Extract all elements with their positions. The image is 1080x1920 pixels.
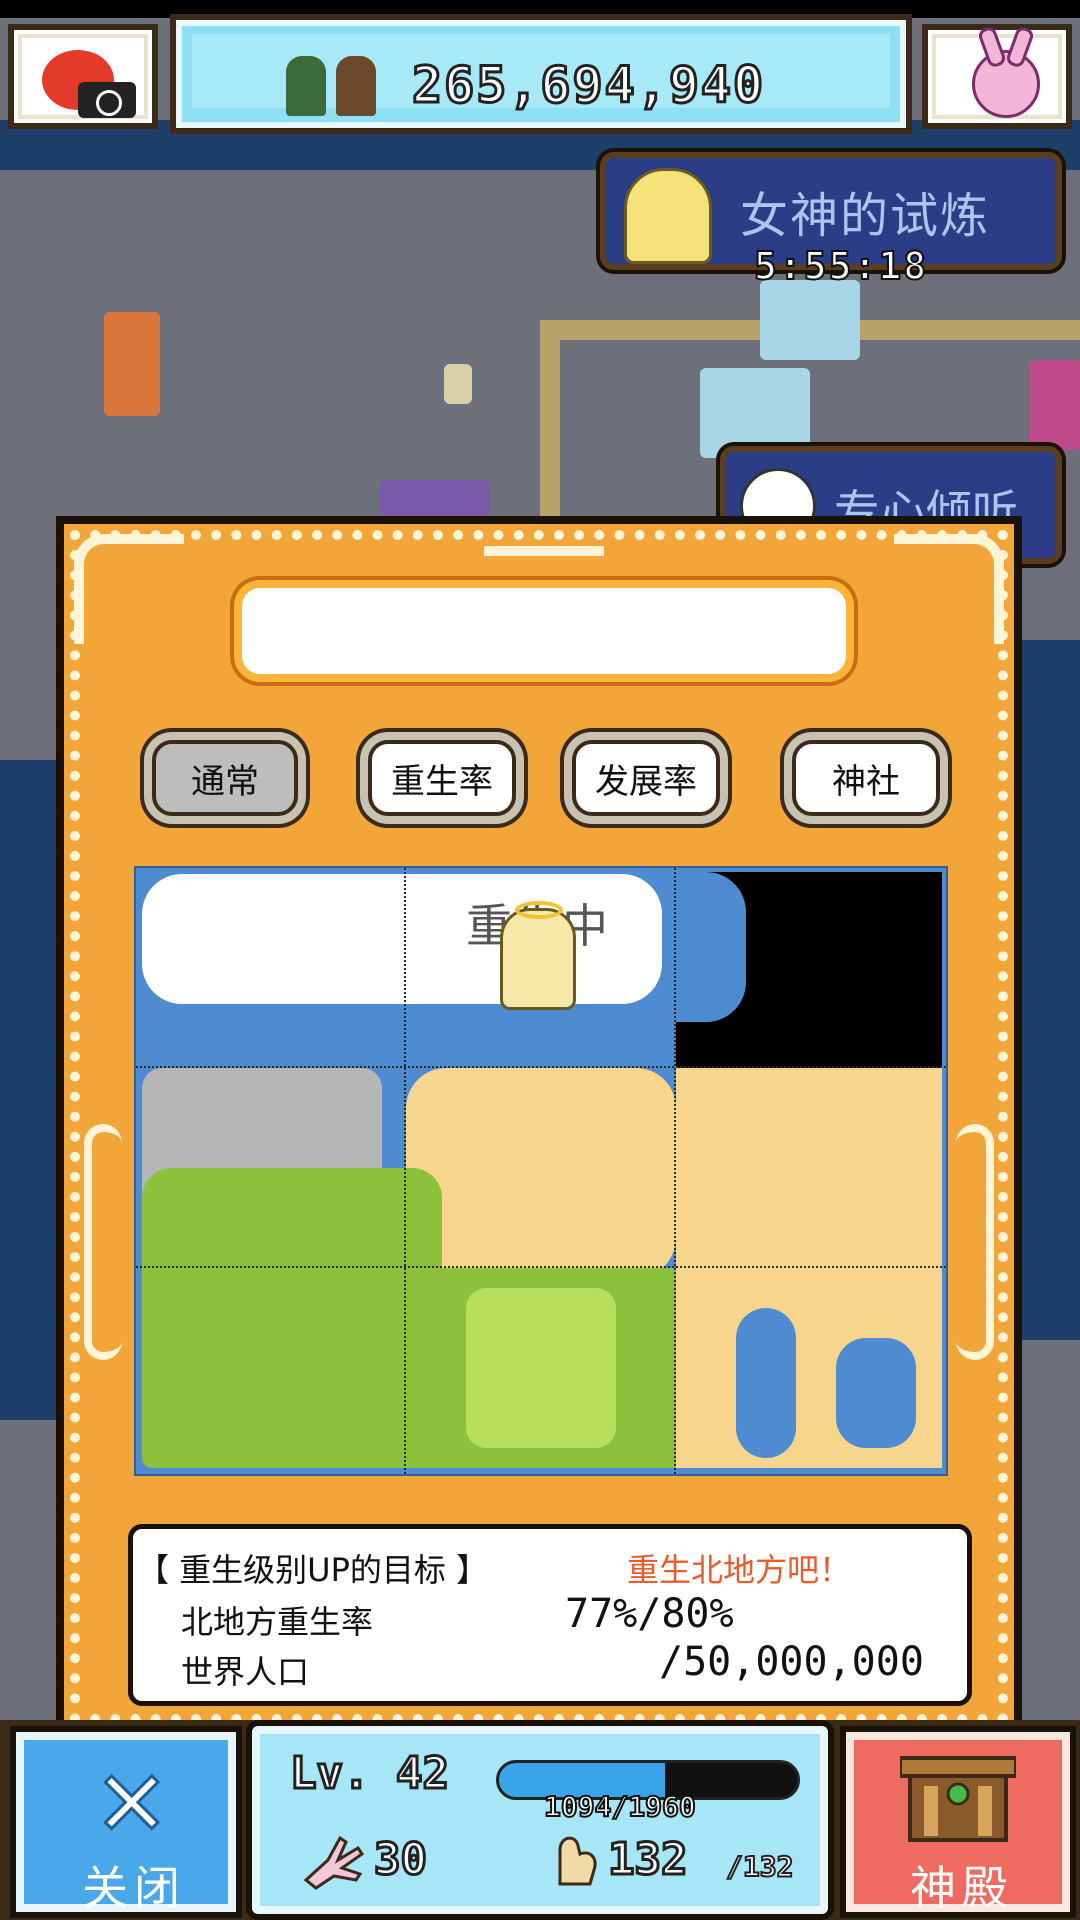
water-strip <box>1020 640 1080 1340</box>
tab-rebirth-rate[interactable]: 重生率 <box>360 732 524 824</box>
divine-hand-icon <box>303 1835 365 1890</box>
name-field[interactable] <box>234 580 854 682</box>
map-region-forest <box>142 1168 442 1468</box>
map-water-inlet <box>836 1338 916 1448</box>
corner-ornament <box>894 534 1004 644</box>
goal-hint: 重生北地方吧！ <box>627 1551 852 1589</box>
close-button[interactable]: ✕ 关闭 <box>16 1732 236 1915</box>
rabbit-menu-button[interactable] <box>922 24 1072 129</box>
world-map[interactable]: 重生中 <box>134 866 948 1476</box>
tab-label: 通常 <box>152 740 298 816</box>
water-strip <box>0 760 60 1420</box>
tab-normal[interactable]: 通常 <box>144 732 306 824</box>
corner-ornament <box>74 534 184 644</box>
system-status-bar <box>0 0 1080 18</box>
trial-timer: 5:55:18 <box>753 243 929 289</box>
tab-shrine[interactable]: 神社 <box>784 732 948 824</box>
map-region-desert <box>676 1068 942 1268</box>
ice-rock <box>760 280 860 360</box>
xp-text: 1094/1960 <box>543 1789 697 1824</box>
villager-female-icon <box>336 56 376 116</box>
ice-rock <box>700 368 810 458</box>
side-ornament <box>956 1124 994 1360</box>
building-sprite <box>380 480 490 520</box>
strength-arm-icon <box>558 1836 597 1886</box>
trial-title: 女神的试炼 <box>740 188 991 244</box>
map-water-inlet <box>736 1308 796 1458</box>
villager-sprite <box>104 312 160 416</box>
money-value: 265,694,940 <box>410 55 766 116</box>
side-ornament <box>84 1124 122 1360</box>
map-grid-line <box>674 868 676 1474</box>
map-grid-line <box>136 1266 946 1268</box>
goal-row-label: 北地方重生率 <box>181 1603 374 1641</box>
temple-label: 神殿 <box>910 1861 1014 1915</box>
screenshot-button[interactable] <box>8 24 158 129</box>
goddess-avatar-icon <box>624 168 712 264</box>
tab-label: 神社 <box>792 740 940 816</box>
player-level: Lv. 42 <box>289 1747 451 1801</box>
rabbit-icon <box>972 50 1040 118</box>
camera-body-icon <box>78 82 136 118</box>
money-panel: 265,694,940 <box>176 20 906 128</box>
money-panel-inner: 265,694,940 <box>192 34 890 116</box>
map-grid-line <box>136 1066 946 1068</box>
map-region-desert <box>406 1068 676 1278</box>
villager-male-icon <box>286 56 326 116</box>
tab-development-rate[interactable]: 发展率 <box>564 732 728 824</box>
tab-label: 重生率 <box>368 740 516 816</box>
road <box>540 320 560 520</box>
goal-row-label: 世界人口 <box>181 1653 310 1691</box>
goddess-trial-banner[interactable]: 女神的试炼 5:55:18 <box>600 152 1062 289</box>
map-region-grassland <box>466 1288 616 1448</box>
goal-row-value: /50,000,000 <box>659 1639 924 1685</box>
hand-value: 30 <box>373 1833 429 1887</box>
animal-sprite <box>444 364 472 404</box>
temple-button[interactable]: 神殿 <box>846 1732 1070 1915</box>
goddess-map-icon <box>500 901 576 1010</box>
close-icon: ✕ <box>92 1752 170 1857</box>
power-max: /132 <box>725 1849 794 1884</box>
map-grid-line <box>404 868 406 1474</box>
rebirth-dialog: 通常 重生率 发展率 神社 重生中 【 重生级别UP的目标 】 重生北地方吧！ … <box>56 516 1022 1738</box>
map-water-inlet <box>676 872 746 1022</box>
goal-row-value: 77%/80% <box>565 1591 734 1637</box>
rebirth-goal-panel: 【 重生级别UP的目标 】 重生北地方吧！ 北地方重生率 77%/80% 世界人… <box>128 1524 972 1706</box>
close-label: 关闭 <box>82 1861 186 1915</box>
goal-title: 【 重生级别UP的目标 】 <box>137 1551 489 1589</box>
building-sprite <box>1030 360 1080 450</box>
player-status-panel: Lv. 42 1094/1960 30 132 /132 <box>252 1726 828 1914</box>
temple-icon <box>900 1756 1016 1842</box>
tab-label: 发展率 <box>572 740 720 816</box>
power-value: 132 <box>606 1833 689 1887</box>
